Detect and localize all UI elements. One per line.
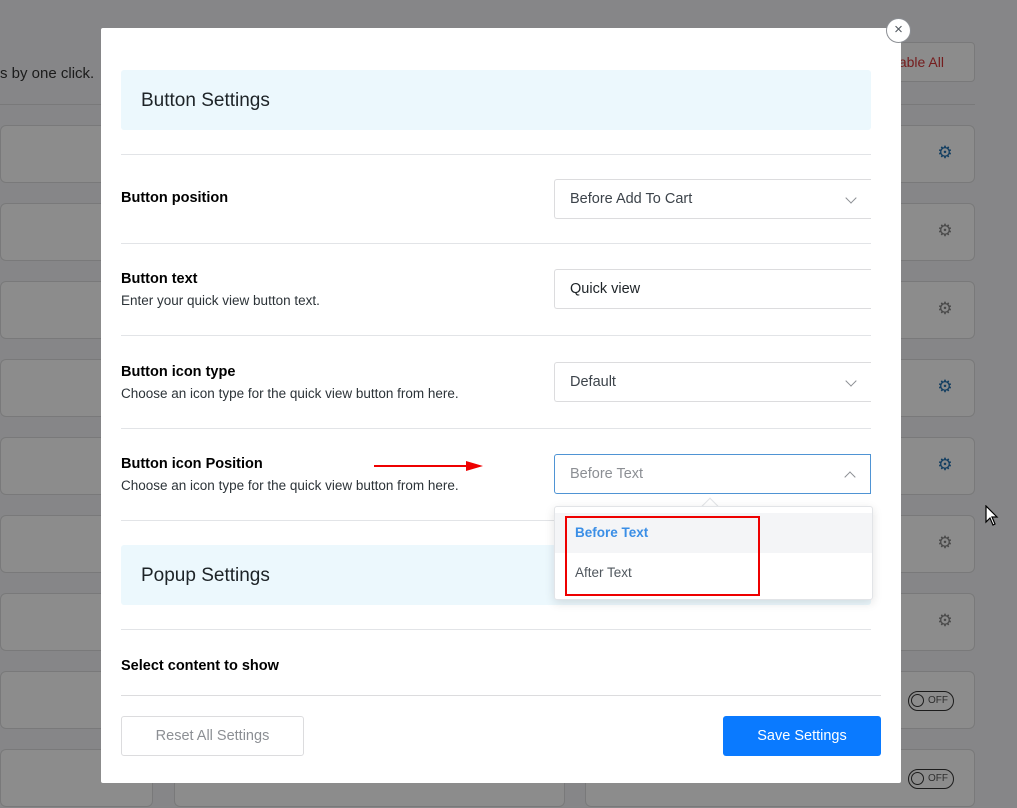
button-icon-type-description: Choose an icon type for the quick view b… bbox=[121, 386, 459, 401]
button-icon-position-title: Button icon Position bbox=[121, 456, 263, 472]
button-icon-position-description: Choose an icon type for the quick view b… bbox=[121, 478, 459, 493]
chevron-down-icon bbox=[845, 192, 857, 204]
button-text-description: Enter your quick view button text. bbox=[121, 293, 320, 308]
button-position-title: Button position bbox=[121, 190, 229, 206]
divider bbox=[121, 243, 871, 244]
reset-all-settings-button[interactable]: Reset All Settings bbox=[121, 716, 304, 756]
divider bbox=[121, 335, 871, 336]
section-title: Popup Settings bbox=[141, 565, 270, 586]
button-text-title: Button text bbox=[121, 271, 198, 287]
annotation-arrow-head bbox=[466, 461, 483, 471]
button-settings-header: Button Settings bbox=[121, 70, 871, 130]
footer-divider bbox=[121, 695, 881, 696]
chevron-up-icon bbox=[844, 471, 856, 483]
divider bbox=[121, 629, 871, 630]
select-value: Before Text bbox=[570, 466, 644, 482]
button-position-select[interactable]: Before Add To Cart bbox=[554, 179, 871, 219]
input-value: Quick view bbox=[570, 281, 641, 297]
button-icon-position-select[interactable]: Before Text bbox=[554, 454, 871, 494]
select-value: Before Add To Cart bbox=[570, 191, 693, 207]
annotation-arrow-line bbox=[374, 465, 469, 467]
select-content-title: Select content to show bbox=[121, 658, 279, 674]
settings-modal: Button Settings Button position Before A… bbox=[101, 28, 901, 783]
select-value: Default bbox=[570, 374, 616, 390]
close-icon[interactable]: × bbox=[886, 18, 911, 43]
save-settings-button[interactable]: Save Settings bbox=[723, 716, 881, 756]
annotation-highlight-box bbox=[565, 516, 760, 596]
chevron-down-icon bbox=[845, 375, 857, 387]
section-title: Button Settings bbox=[141, 90, 270, 111]
divider bbox=[121, 428, 871, 429]
button-text-input[interactable]: Quick view bbox=[554, 269, 871, 309]
button-icon-type-title: Button icon type bbox=[121, 364, 236, 380]
divider bbox=[121, 154, 871, 155]
button-icon-type-select[interactable]: Default bbox=[554, 362, 871, 402]
